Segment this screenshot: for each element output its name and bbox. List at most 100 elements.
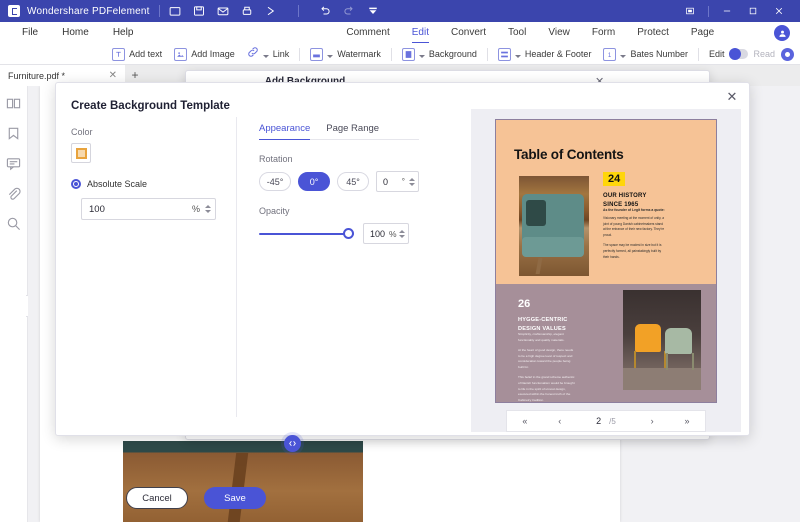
search-panel-icon[interactable]	[6, 216, 21, 231]
undo-icon[interactable]	[319, 5, 332, 18]
add-image-icon	[174, 48, 187, 61]
folder-icon[interactable]	[169, 5, 182, 18]
document-photo	[123, 441, 363, 522]
window-controls	[677, 0, 792, 22]
header-footer-button[interactable]: Header & Footer	[492, 44, 598, 65]
rotation-unit: °	[402, 177, 405, 186]
preview-page: Table of Contents 24 OUR HISTORY SINCE 1…	[495, 119, 717, 403]
rotation-stepper[interactable]	[409, 178, 415, 186]
tab-view[interactable]: View	[537, 22, 581, 44]
divider	[487, 48, 488, 61]
document-tab-label: Furniture.pdf *	[8, 71, 65, 81]
chevron-down-icon[interactable]	[419, 55, 425, 58]
save-icon[interactable]	[193, 5, 206, 18]
page-indicator[interactable]: 2/5	[588, 416, 624, 426]
rotation-0-button[interactable]: 0°	[298, 172, 330, 191]
edit-read-toggle[interactable]: Edit Read	[703, 49, 775, 59]
color-swatch[interactable]	[71, 143, 91, 163]
cancel-button[interactable]: Cancel	[126, 487, 188, 509]
background-button[interactable]: Background	[396, 44, 483, 65]
add-text-button[interactable]: Add text	[106, 44, 168, 65]
bates-number-label: Bates Number	[630, 49, 688, 59]
tab-appearance[interactable]: Appearance	[259, 123, 314, 139]
comment-panel-icon[interactable]	[6, 156, 21, 171]
tab-convert[interactable]: Convert	[440, 22, 497, 44]
absolute-scale-stepper[interactable]	[205, 205, 211, 213]
opacity-stepper[interactable]	[399, 230, 405, 238]
tab-form[interactable]: Form	[581, 22, 626, 44]
maximize-icon[interactable]	[740, 0, 766, 22]
absolute-scale-input[interactable]: 100 %	[81, 198, 216, 220]
rotation-45-button[interactable]: 45°	[337, 172, 369, 191]
preview-entry1-lead: As the founder of Legit forms a quote:	[603, 208, 665, 214]
ribbon-tabs: Comment Edit Convert Tool View Form Prot…	[335, 22, 725, 44]
add-image-button[interactable]: Add Image	[168, 44, 241, 65]
divider	[298, 5, 299, 17]
chevron-left-icon[interactable]: ‹	[554, 416, 565, 426]
drag-handle-icon[interactable]	[284, 435, 301, 452]
bates-number-button[interactable]: 1 Bates Number	[597, 44, 694, 65]
tab-edit[interactable]: Edit	[401, 22, 440, 44]
save-button[interactable]: Save	[204, 487, 266, 509]
chevron-down-icon[interactable]	[620, 55, 626, 58]
close-icon[interactable]: ✕	[724, 89, 740, 105]
chevron-down-icon[interactable]	[263, 55, 269, 58]
watermark-button[interactable]: Watermark	[304, 44, 387, 65]
minimize-icon[interactable]	[714, 0, 740, 22]
tab-tool[interactable]: Tool	[497, 22, 537, 44]
quick-access-toolbar	[169, 5, 380, 18]
dialog-title: Create Background Template	[71, 100, 230, 112]
close-icon[interactable]	[766, 0, 792, 22]
opacity-input[interactable]: 100 %	[363, 223, 409, 244]
chevron-right-icon[interactable]: ›	[647, 416, 658, 426]
tab-comment[interactable]: Comment	[335, 22, 400, 44]
dropdown-icon[interactable]	[367, 5, 380, 18]
gear-icon	[781, 48, 794, 61]
double-chevron-right-icon[interactable]: »	[681, 416, 694, 426]
bookmark-panel-icon[interactable]	[6, 126, 21, 141]
rotation-input[interactable]: 0 °	[376, 171, 419, 192]
avatar[interactable]	[774, 25, 790, 41]
background-icon	[402, 48, 415, 61]
settings-tabs: Appearance Page Range	[259, 123, 419, 140]
absolute-scale-radio[interactable]	[71, 179, 81, 189]
add-text-label: Add text	[129, 49, 162, 59]
redo-icon[interactable]	[343, 5, 356, 18]
absolute-scale-value: 100	[89, 204, 192, 215]
close-icon[interactable]: ✕	[109, 70, 117, 81]
tab-protect[interactable]: Protect	[626, 22, 680, 44]
menu-item-file[interactable]: File	[10, 22, 50, 44]
preview-entry2-heading-line2: DESIGN VALUES	[518, 326, 566, 332]
thumbnail-panel-icon[interactable]	[6, 96, 21, 111]
rotation-minus45-button[interactable]: -45°	[259, 172, 291, 191]
watermark-icon	[310, 48, 323, 61]
menu-item-home[interactable]: Home	[50, 22, 101, 44]
chevron-down-icon[interactable]	[327, 55, 333, 58]
tab-page-range[interactable]: Page Range	[326, 123, 383, 139]
print-icon[interactable]	[241, 5, 254, 18]
absolute-scale-radio-row[interactable]: Absolute Scale	[71, 179, 226, 189]
total-pages: /5	[605, 417, 620, 426]
tab-page[interactable]: Page	[680, 22, 725, 44]
opacity-slider[interactable]	[259, 228, 354, 240]
link-button[interactable]: Link	[241, 44, 296, 65]
chevron-down-icon[interactable]	[515, 55, 521, 58]
attachment-panel-icon[interactable]	[6, 186, 21, 201]
double-chevron-left-icon[interactable]: «	[518, 416, 531, 426]
settings-button[interactable]	[775, 44, 800, 65]
opacity-slider-knob[interactable]	[343, 228, 354, 239]
preview-entry2-body2: At the heart of good design, there needs…	[518, 348, 576, 370]
app-window: Wondershare PDFelement File Home Help Co…	[0, 0, 800, 522]
link-label: Link	[273, 49, 290, 59]
mail-icon[interactable]	[217, 5, 230, 18]
share-icon[interactable]	[265, 5, 278, 18]
menu-item-help[interactable]: Help	[101, 22, 146, 44]
menu-bar: File Home Help Comment Edit Convert Tool…	[0, 22, 800, 44]
bates-number-icon: 1	[603, 48, 616, 61]
rotation-label: Rotation	[259, 154, 419, 164]
preview-entry1-body1: Visionary meeting at the moment of unity…	[603, 216, 664, 237]
mode-toggle-switch[interactable]	[729, 49, 748, 59]
restore-down-icon[interactable]	[677, 0, 703, 22]
divider	[708, 6, 709, 17]
absolute-scale-unit: %	[192, 204, 200, 214]
